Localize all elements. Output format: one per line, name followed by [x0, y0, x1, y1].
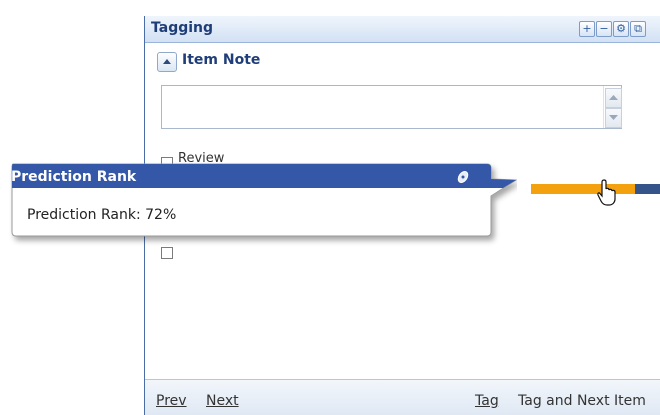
item-note-title: Item Note — [182, 52, 261, 68]
minus-icon[interactable]: − — [596, 21, 612, 37]
prev-label: Prev — [156, 393, 187, 409]
item-note-collapse-button[interactable] — [157, 52, 177, 72]
tag-and-next-link[interactable]: Tag and Next Item — [518, 393, 646, 409]
next-label: Next — [206, 393, 239, 409]
arrow-up-icon — [609, 95, 618, 100]
plus-icon[interactable]: + — [579, 21, 595, 37]
next-link[interactable]: Next — [206, 393, 239, 409]
tooltip-body: Prediction Rank: 72% — [27, 207, 177, 223]
panel-header: Tagging + − ⚙ ⧉ — [145, 16, 660, 43]
tag-link[interactable]: Tag — [475, 393, 499, 409]
prediction-rank-tooltip: Prediction Rank Prediction Rank: 72% — [9, 162, 517, 252]
pin-icon[interactable] — [455, 169, 471, 185]
scroll-up-button[interactable] — [605, 88, 622, 108]
arrow-down-icon — [609, 115, 618, 120]
tag-and-next-label: Tag and Next Item — [518, 393, 646, 409]
scroll-down-button[interactable] — [605, 108, 622, 128]
prev-link[interactable]: Prev — [156, 393, 187, 409]
popout-icon[interactable]: ⧉ — [630, 21, 646, 37]
screen: Tagging + − ⚙ ⧉ Item Note Review Prev Ne… — [0, 0, 660, 415]
item-note-scrollbar[interactable] — [603, 86, 622, 128]
chevron-up-icon — [163, 59, 171, 64]
panel-title: Tagging — [151, 20, 214, 36]
tooltip-title: Prediction Rank — [11, 169, 137, 185]
item-note-field[interactable] — [161, 85, 622, 129]
hand-cursor-icon — [597, 179, 616, 206]
settings-icon[interactable]: ⚙ — [613, 21, 629, 37]
panel-footer: Prev Next Tag Tag and Next Item — [145, 379, 660, 415]
tag-label: Tag — [475, 393, 499, 409]
